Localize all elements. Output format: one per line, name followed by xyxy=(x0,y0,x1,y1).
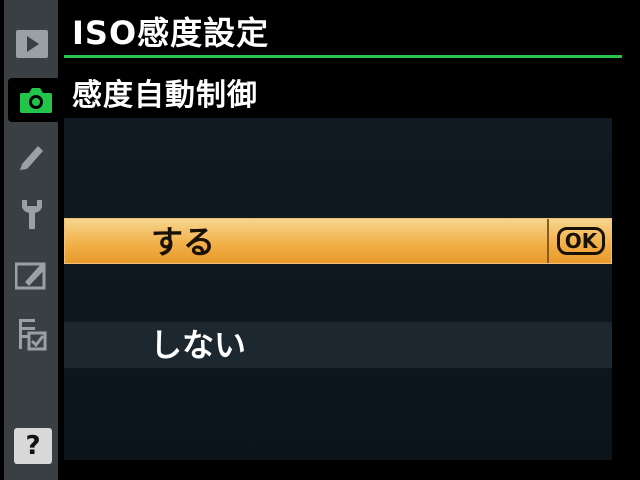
my-menu-icon xyxy=(17,317,47,351)
ok-button-icon[interactable]: OK xyxy=(557,227,605,255)
header-divider xyxy=(64,55,622,58)
retouch-icon xyxy=(15,258,49,290)
option-label: しない xyxy=(150,326,247,364)
sidebar-tab-my-menu[interactable] xyxy=(8,312,56,356)
options-panel xyxy=(64,118,612,460)
menu-sidebar: ? xyxy=(4,0,64,480)
sidebar-tab-custom-settings[interactable] xyxy=(8,134,56,178)
help-icon[interactable]: ? xyxy=(14,428,52,464)
sidebar-tab-playback[interactable] xyxy=(8,22,56,66)
ok-divider xyxy=(547,219,549,263)
pencil-icon xyxy=(16,140,48,172)
option-off[interactable]: しない xyxy=(64,322,612,368)
option-on[interactable]: する OK xyxy=(64,218,612,264)
playback-icon xyxy=(15,29,49,59)
option-label: する xyxy=(151,223,216,261)
page-title: ISO感度設定 xyxy=(72,14,270,52)
sidebar-tab-retouch[interactable] xyxy=(8,252,56,296)
ok-label: OK xyxy=(564,229,598,253)
camera-icon xyxy=(18,85,54,115)
help-label: ? xyxy=(25,431,41,461)
sidebar-tab-shooting[interactable] xyxy=(8,78,64,122)
wrench-icon xyxy=(17,197,47,231)
sidebar-tab-setup[interactable] xyxy=(8,192,56,236)
page-subtitle: 感度自動制御 xyxy=(72,78,258,113)
